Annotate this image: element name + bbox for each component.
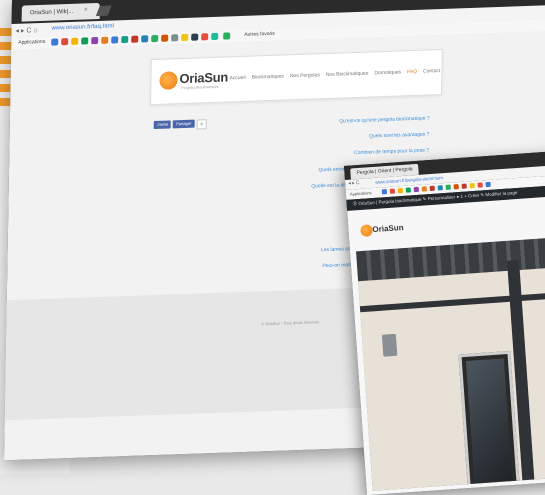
- wall-lamp: [381, 333, 398, 357]
- bookmark-icon[interactable]: [91, 36, 99, 45]
- bookmark-icon[interactable]: [101, 36, 109, 44]
- bookmark-icon[interactable]: [201, 33, 209, 41]
- menu-item[interactable]: Domotiques: [374, 69, 401, 76]
- menu-item[interactable]: Accueil: [229, 75, 245, 82]
- bookmark-icon[interactable]: [461, 183, 467, 189]
- bookmark-icon[interactable]: [421, 186, 427, 192]
- bookmark-icon[interactable]: [397, 187, 404, 194]
- bookmark-icon[interactable]: [477, 182, 483, 188]
- bookmark-icon[interactable]: [437, 185, 443, 191]
- bookmark-icon[interactable]: [141, 35, 149, 43]
- pergola-photo: [355, 236, 545, 491]
- nav-buttons[interactable]: ◂ ▸ C ⌂: [15, 26, 37, 35]
- bookmark-icon[interactable]: [111, 36, 119, 44]
- nav-buttons[interactable]: ◂ ▸ C: [348, 180, 360, 187]
- google-plus-icon[interactable]: 8: [196, 119, 207, 130]
- bookmark-icon[interactable]: [131, 35, 139, 43]
- bookmark-icon[interactable]: [405, 187, 412, 193]
- sun-logo-icon: [159, 71, 178, 90]
- bookmark-icon[interactable]: [429, 185, 435, 192]
- glass-door: [458, 350, 520, 491]
- bookmark-icon[interactable]: [161, 34, 169, 42]
- bookmark-icon[interactable]: [181, 33, 189, 42]
- bookmark-icon[interactable]: [171, 34, 179, 42]
- bookmarks-other[interactable]: Autres favoris: [244, 31, 275, 38]
- site-menu: Accueil Bioclimatiques Nos Pergolas Nos …: [229, 68, 440, 81]
- secondary-browser-window: Pergola | Orient | Pergola ◂ ▸ C www.ori…: [344, 150, 545, 495]
- bookmark-icon[interactable]: [151, 34, 159, 43]
- bookmark-icon[interactable]: [191, 33, 199, 41]
- bookmarks-apps-label[interactable]: Applications: [18, 39, 45, 46]
- facebook-share-button[interactable]: Partager: [173, 119, 195, 129]
- menu-item[interactable]: Contact: [423, 68, 440, 75]
- menu-item[interactable]: Nos Bioclimatiques: [326, 71, 369, 78]
- site-header: OriaSun Pergolas Bioclimatiques Accueil …: [150, 48, 443, 106]
- facebook-like-button[interactable]: J'aime: [153, 120, 172, 130]
- bookmark-icon[interactable]: [381, 189, 388, 195]
- bookmark-icon[interactable]: [453, 184, 459, 190]
- menu-item[interactable]: Bioclimatiques: [252, 74, 284, 81]
- bookmark-icon[interactable]: [211, 32, 219, 41]
- logo-tagline: Pergolas Bioclimatiques: [181, 84, 219, 91]
- social-buttons: J'aime Partager 8: [153, 119, 207, 131]
- bookmark-icon[interactable]: [469, 182, 475, 189]
- bookmark-icon[interactable]: [445, 184, 451, 190]
- bookmark-icon[interactable]: [51, 38, 59, 46]
- bookmark-icon[interactable]: [71, 37, 79, 45]
- site-logo[interactable]: OriaSun: [360, 219, 421, 243]
- tab-close-icon[interactable]: ×: [84, 6, 88, 13]
- bookmark-icon[interactable]: [61, 38, 69, 46]
- menu-item[interactable]: Nos Pergolas: [290, 72, 320, 79]
- menu-item-active[interactable]: FAQ: [407, 69, 417, 75]
- faq-link[interactable]: Combien de temps pour la pose ?: [229, 147, 429, 160]
- bookmark-icon[interactable]: [81, 37, 89, 45]
- bookmark-icon[interactable]: [389, 188, 396, 194]
- logo-name: OriaSun: [179, 69, 229, 87]
- logo-name: OriaSun: [372, 223, 404, 235]
- bookmark-icon[interactable]: [121, 35, 129, 44]
- bookmark-icon[interactable]: [413, 186, 419, 193]
- faq-link[interactable]: Qu'est-ce qu'une pergola bioclimatique ?: [230, 115, 429, 128]
- site-logo[interactable]: OriaSun Pergolas Bioclimatiques: [159, 67, 229, 93]
- sun-logo-icon: [360, 224, 373, 237]
- bookmark-icon[interactable]: [485, 181, 491, 188]
- faq-link[interactable]: Quels sont les avantages ?: [229, 131, 429, 144]
- bookmark-icon[interactable]: [223, 32, 231, 40]
- browser-tab[interactable]: OriaSun | Wik|...: [21, 2, 100, 22]
